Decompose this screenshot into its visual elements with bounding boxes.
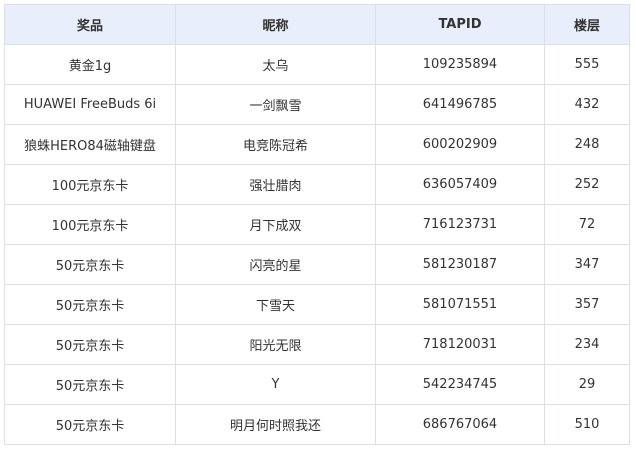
cell-tapid: 542234745 bbox=[375, 364, 545, 405]
cell-prize: 50元京东卡 bbox=[4, 324, 176, 365]
column-header-tapid: TAPID bbox=[375, 4, 545, 45]
cell-floor: 72 bbox=[544, 204, 630, 245]
cell-floor: 234 bbox=[544, 324, 630, 365]
cell-tapid: 600202909 bbox=[375, 124, 545, 165]
table-row: 50元京东卡 明月何时照我还 686767064 510 bbox=[4, 404, 630, 445]
cell-prize: HUAWEI FreeBuds 6i bbox=[4, 84, 176, 125]
cell-prize: 50元京东卡 bbox=[4, 284, 176, 325]
cell-nickname: Y bbox=[175, 364, 376, 405]
column-header-prize: 奖品 bbox=[4, 4, 176, 45]
cell-nickname: 明月何时照我还 bbox=[175, 404, 376, 445]
cell-prize: 黄金1g bbox=[4, 44, 176, 85]
table-row: 黄金1g 太乌 109235894 555 bbox=[4, 44, 630, 85]
column-header-nickname: 昵称 bbox=[175, 4, 376, 45]
cell-nickname: 闪亮的星 bbox=[175, 244, 376, 285]
cell-prize: 100元京东卡 bbox=[4, 164, 176, 205]
cell-nickname: 电竞陈冠希 bbox=[175, 124, 376, 165]
cell-tapid: 581230187 bbox=[375, 244, 545, 285]
cell-floor: 555 bbox=[544, 44, 630, 85]
cell-prize: 50元京东卡 bbox=[4, 404, 176, 445]
cell-tapid: 716123731 bbox=[375, 204, 545, 245]
table-row: 50元京东卡 Y 542234745 29 bbox=[4, 364, 630, 405]
table-row: 50元京东卡 阳光无限 718120031 234 bbox=[4, 324, 630, 365]
cell-prize: 50元京东卡 bbox=[4, 364, 176, 405]
cell-nickname: 太乌 bbox=[175, 44, 376, 85]
cell-tapid: 718120031 bbox=[375, 324, 545, 365]
cell-tapid: 641496785 bbox=[375, 84, 545, 125]
table-row: 100元京东卡 强壮腊肉 636057409 252 bbox=[4, 164, 630, 205]
cell-tapid: 686767064 bbox=[375, 404, 545, 445]
cell-prize: 50元京东卡 bbox=[4, 244, 176, 285]
cell-floor: 432 bbox=[544, 84, 630, 125]
table-body: 黄金1g 太乌 109235894 555 HUAWEI FreeBuds 6i… bbox=[4, 44, 630, 445]
cell-tapid: 109235894 bbox=[375, 44, 545, 85]
cell-nickname: 阳光无限 bbox=[175, 324, 376, 365]
table-row: 50元京东卡 闪亮的星 581230187 347 bbox=[4, 244, 630, 285]
cell-nickname: 一剑飘雪 bbox=[175, 84, 376, 125]
table-header-row: 奖品 昵称 TAPID 楼层 bbox=[4, 4, 630, 45]
cell-tapid: 636057409 bbox=[375, 164, 545, 205]
cell-prize: 100元京东卡 bbox=[4, 204, 176, 245]
cell-nickname: 强壮腊肉 bbox=[175, 164, 376, 205]
table-row: 狼蛛HERO84磁轴键盘 电竞陈冠希 600202909 248 bbox=[4, 124, 630, 165]
table-header: 奖品 昵称 TAPID 楼层 bbox=[4, 4, 630, 45]
prize-winners-table: 奖品 昵称 TAPID 楼层 黄金1g 太乌 109235894 555 HUA… bbox=[4, 4, 630, 445]
cell-prize: 狼蛛HERO84磁轴键盘 bbox=[4, 124, 176, 165]
prize-winners-table-container: 奖品 昵称 TAPID 楼层 黄金1g 太乌 109235894 555 HUA… bbox=[4, 4, 630, 445]
table-row: 100元京东卡 月下成双 716123731 72 bbox=[4, 204, 630, 245]
table-row: 50元京东卡 下雪天 581071551 357 bbox=[4, 284, 630, 325]
cell-floor: 347 bbox=[544, 244, 630, 285]
cell-nickname: 月下成双 bbox=[175, 204, 376, 245]
cell-floor: 252 bbox=[544, 164, 630, 205]
cell-nickname: 下雪天 bbox=[175, 284, 376, 325]
cell-floor: 510 bbox=[544, 404, 630, 445]
cell-floor: 29 bbox=[544, 364, 630, 405]
cell-tapid: 581071551 bbox=[375, 284, 545, 325]
table-row: HUAWEI FreeBuds 6i 一剑飘雪 641496785 432 bbox=[4, 84, 630, 125]
cell-floor: 248 bbox=[544, 124, 630, 165]
cell-floor: 357 bbox=[544, 284, 630, 325]
column-header-floor: 楼层 bbox=[544, 4, 630, 45]
